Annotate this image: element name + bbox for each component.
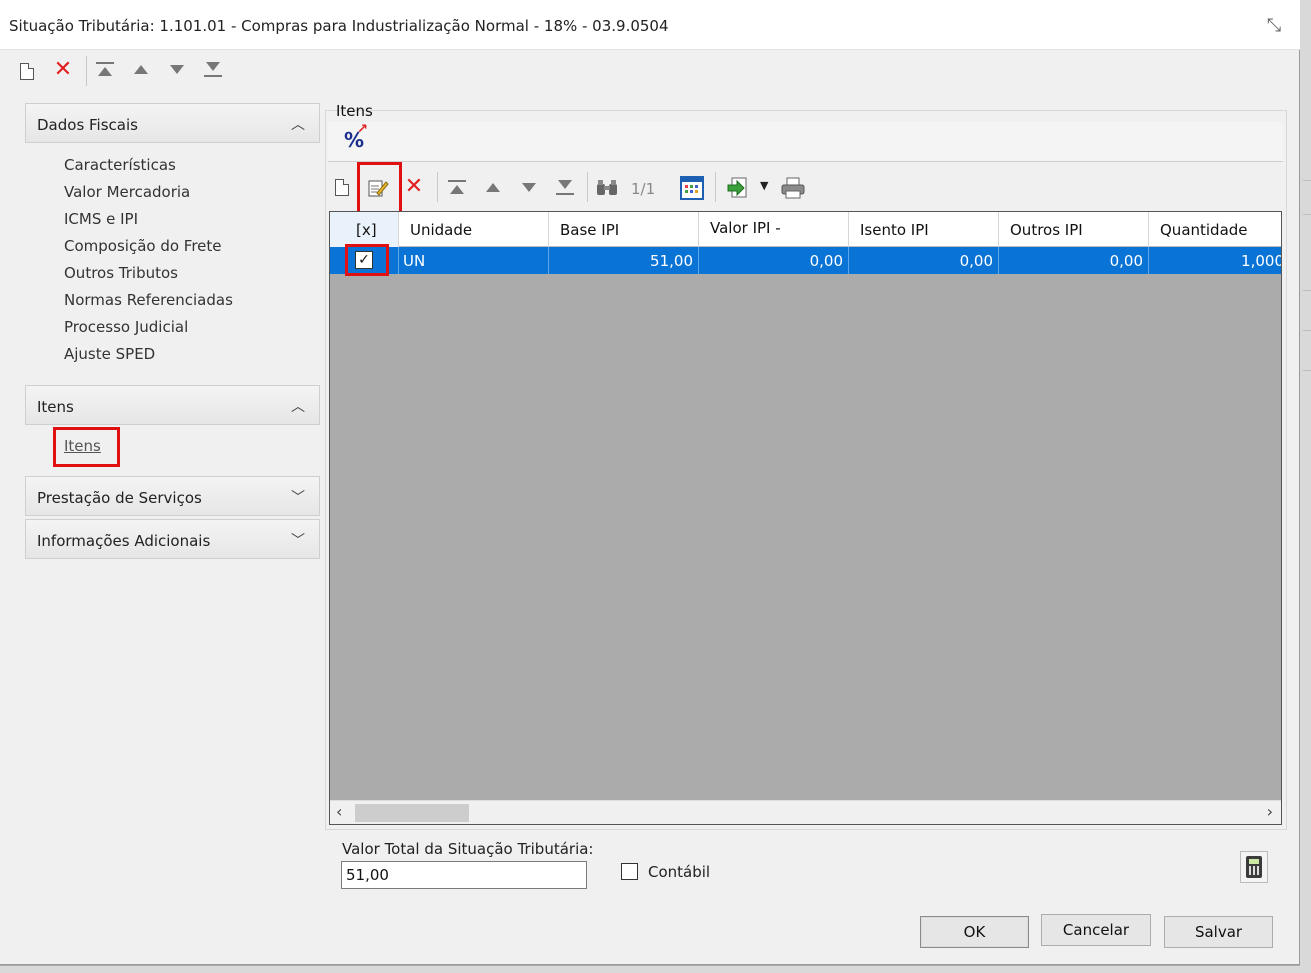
last-record-icon[interactable] (556, 180, 574, 196)
cell-outros-ipi[interactable]: 0,00 (999, 247, 1149, 274)
sidebar-item-icms-ipi[interactable]: ICMS e IPI (64, 210, 138, 228)
total-label: Valor Total da Situação Tributária: (342, 840, 594, 858)
scroll-left-icon[interactable]: ‹ (336, 802, 342, 821)
highlight-box (357, 162, 402, 214)
sidebar-item-outros-tributos[interactable]: Outros Tributos (64, 264, 178, 282)
background-window-edge (1300, 0, 1311, 973)
sidebar-item-normas-referenciadas[interactable]: Normas Referenciadas (64, 291, 233, 309)
toolbar-separator (587, 172, 588, 202)
column-header-outros-ipi[interactable]: Outros IPI (999, 212, 1149, 247)
dialog-window: Situação Tributária: 1.101.01 - Compras … (0, 0, 1300, 965)
binoculars-search-icon[interactable] (595, 178, 619, 198)
group-label: Prestação de Serviços (37, 489, 202, 507)
move-down-icon[interactable] (168, 65, 186, 77)
cell-quantidade[interactable]: 1,000 (1149, 247, 1281, 274)
prev-record-icon[interactable] (484, 183, 502, 195)
move-first-icon[interactable] (96, 62, 114, 78)
chevron-down-icon[interactable]: ﹀ (291, 487, 305, 507)
sidebar-item-ajuste-sped[interactable]: Ajuste SPED (64, 345, 155, 363)
window-title: Situação Tributária: 1.101.01 - Compras … (9, 17, 669, 35)
table-row[interactable]: ✓ UN 51,00 0,00 0,00 0,00 1,000 (330, 247, 1281, 274)
grid-header: [x] Unidade Base IPI Valor IPI - Isento … (330, 212, 1281, 247)
toolbar-separator (437, 172, 438, 202)
column-header-select[interactable]: [x] (330, 212, 399, 247)
column-header-base-ipi[interactable]: Base IPI (549, 212, 699, 247)
cell-isento-ipi[interactable]: 0,00 (849, 247, 999, 274)
cancel-button[interactable]: Cancelar (1041, 914, 1151, 946)
column-chooser-icon[interactable] (680, 176, 704, 200)
print-icon[interactable] (780, 177, 806, 199)
total-value-field[interactable]: 51,00 (341, 861, 587, 889)
column-header-isento-ipi[interactable]: Isento IPI (849, 212, 999, 247)
percent-recalc-icon[interactable]: % ↗ (344, 122, 368, 152)
column-header-unidade[interactable]: Unidade (399, 212, 549, 247)
chevron-up-icon[interactable]: ︿ (291, 396, 305, 416)
toolbar-separator (715, 172, 716, 202)
chevron-down-icon[interactable]: ﹀ (291, 530, 305, 550)
group-header-itens[interactable]: Itens ︿ (25, 385, 320, 425)
contabil-label: Contábil (648, 863, 711, 881)
highlight-box (53, 427, 120, 467)
calculator-button[interactable] (1240, 851, 1268, 883)
scroll-right-icon[interactable]: › (1267, 802, 1273, 821)
contabil-checkbox[interactable] (621, 863, 638, 880)
toolbar-separator (86, 56, 87, 86)
navigation-panel: Dados Fiscais ︿ Características Valor Me… (25, 103, 321, 573)
column-header-valor-ipi[interactable]: Valor IPI - (699, 212, 849, 247)
column-header-quantidade[interactable]: Quantidade (1149, 212, 1281, 247)
group-label: Itens (37, 398, 74, 416)
move-up-icon[interactable] (132, 65, 150, 77)
export-icon[interactable] (726, 176, 752, 200)
group-header-informacoes-adicionais[interactable]: Informações Adicionais ﹀ (25, 519, 320, 559)
close-icon[interactable]: ⤡ (1262, 14, 1286, 38)
delete-icon[interactable]: ✕ (52, 59, 74, 81)
itens-sub-toolbar (328, 122, 1283, 162)
horizontal-scrollbar[interactable]: ‹ › (330, 800, 1281, 824)
section-title: Itens (336, 102, 373, 120)
group-label: Dados Fiscais (37, 116, 138, 134)
calculator-keys (1249, 866, 1259, 875)
delete-record-icon[interactable]: ✕ (403, 176, 425, 198)
export-dropdown-icon[interactable]: ▼ (760, 179, 768, 192)
cell-valor-ipi[interactable]: 0,00 (699, 247, 849, 274)
title-bar: Situação Tributária: 1.101.01 - Compras … (0, 0, 1300, 50)
ok-button[interactable]: OK (920, 916, 1029, 948)
save-button[interactable]: Salvar (1164, 916, 1273, 948)
record-pager: 1/1 (631, 180, 656, 198)
sidebar-item-caracteristicas[interactable]: Características (64, 156, 176, 174)
group-header-dados-fiscais[interactable]: Dados Fiscais ︿ (25, 103, 320, 143)
items-grid: [x] Unidade Base IPI Valor IPI - Isento … (329, 211, 1282, 825)
sidebar-item-valor-mercadoria[interactable]: Valor Mercadoria (64, 183, 190, 201)
main-toolbar: ✕ (14, 56, 314, 86)
new-document-icon[interactable] (20, 63, 34, 80)
group-label: Informações Adicionais (37, 532, 211, 550)
sidebar-item-composicao-frete[interactable]: Composição do Frete (64, 237, 222, 255)
grid-toolbar: ✕ 1/1 ▼ (330, 170, 1280, 206)
sidebar-item-processo-judicial[interactable]: Processo Judicial (64, 318, 188, 336)
cell-unidade[interactable]: UN (399, 247, 549, 274)
group-header-prestacao-servicos[interactable]: Prestação de Serviços ﹀ (25, 476, 320, 516)
background-window-strip (0, 965, 1300, 973)
calculator-screen (1249, 859, 1259, 864)
move-last-icon[interactable] (204, 62, 222, 78)
cell-base-ipi[interactable]: 51,00 (549, 247, 699, 274)
new-record-icon[interactable] (335, 179, 349, 196)
highlight-box (345, 244, 389, 276)
scrollbar-thumb[interactable] (355, 804, 469, 822)
first-record-icon[interactable] (448, 180, 466, 196)
next-record-icon[interactable] (520, 183, 538, 195)
chevron-up-icon[interactable]: ︿ (291, 114, 305, 134)
